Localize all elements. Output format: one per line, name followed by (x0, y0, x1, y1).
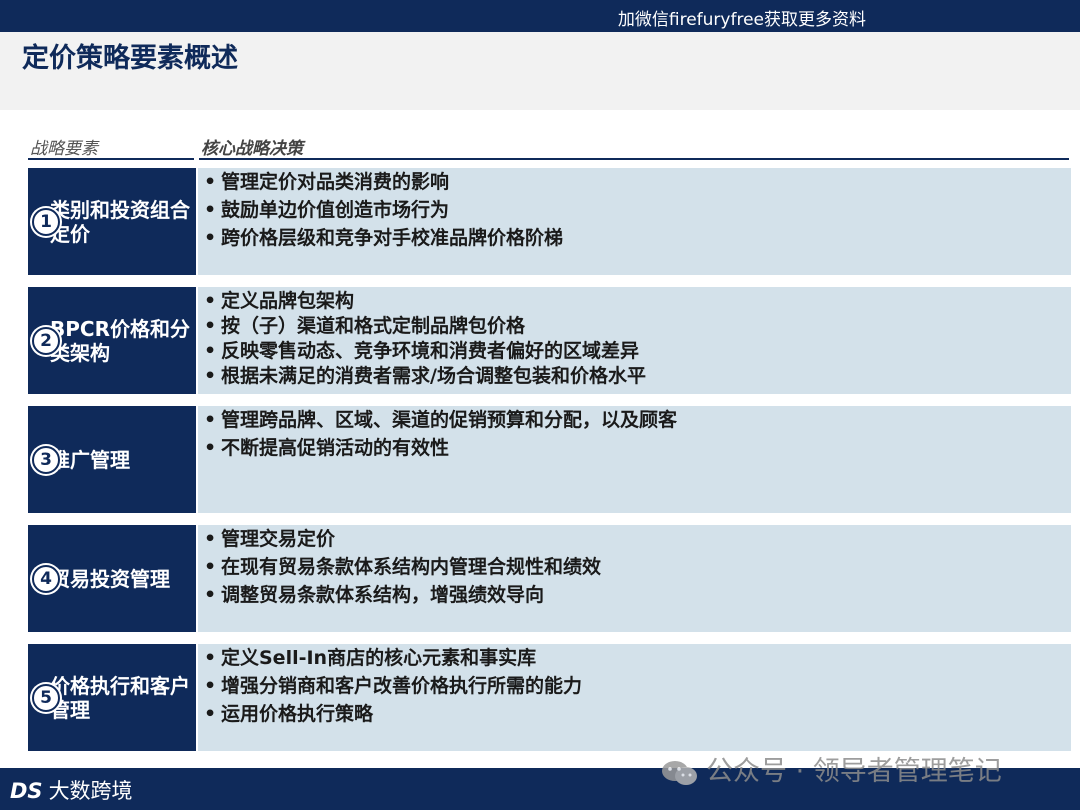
column-divider-right (199, 158, 1069, 160)
number-badge: 4 (32, 564, 60, 593)
bullet-item: 定义Sell-In商店的核心元素和事实库 (204, 646, 724, 670)
bullet-list: 管理定价对品类消费的影响 鼓励单边价值创造市场行为 跨价格层级和竞争对手校准品牌… (204, 170, 724, 254)
decisions-cell: 管理跨品牌、区域、渠道的促销预算和分配，以及顾客 不断提高促销活动的有效性 (198, 406, 1071, 513)
column-header-elements: 战略要素 (30, 139, 98, 159)
watermark-text: 公众号 · 领导者管理笔记 (706, 756, 1002, 787)
brand-logo-icon: DS (10, 779, 43, 803)
bullet-list: 定义Sell-In商店的核心元素和事实库 增强分销商和客户改善价格执行所需的能力… (204, 646, 724, 730)
bullet-item: 根据未满足的消费者需求/场合调整包装和价格水平 (204, 364, 724, 388)
bullet-item: 运用价格执行策略 (204, 702, 724, 726)
strategy-row-5: 价格执行和客户管理 5 定义Sell-In商店的核心元素和事实库 增强分销商和客… (28, 644, 1071, 751)
strategy-row-1: 类别和投资组合定价 1 管理定价对品类消费的影响 鼓励单边价值创造市场行为 跨价… (28, 168, 1071, 275)
number-badge: 2 (32, 326, 60, 355)
strategy-row-4: 贸易投资管理 4 管理交易定价 在现有贸易条款体系结构内管理合规性和绩效 调整贸… (28, 525, 1071, 632)
watermark: 公众号 · 领导者管理笔记 (660, 749, 1002, 788)
category-label: 推广管理 (50, 447, 130, 472)
page-title: 定价策略要素概述 (22, 43, 238, 74)
number-badge: 3 (32, 445, 60, 474)
bullet-item: 反映零售动态、竞争环境和消费者偏好的区域差异 (204, 339, 724, 363)
bullet-item: 按（子）渠道和格式定制品牌包价格 (204, 314, 724, 338)
decisions-cell: 管理交易定价 在现有贸易条款体系结构内管理合规性和绩效 调整贸易条款体系结构，增… (198, 525, 1071, 632)
brand: DS 大数跨境 (10, 775, 133, 805)
bullet-item: 管理定价对品类消费的影响 (204, 170, 724, 194)
decisions-cell: 定义Sell-In商店的核心元素和事实库 增强分销商和客户改善价格执行所需的能力… (198, 644, 1071, 751)
category-label: 价格执行和客户管理 (50, 673, 190, 722)
decisions-cell: 定义品牌包架构 按（子）渠道和格式定制品牌包价格 反映零售动态、竞争环境和消费者… (198, 287, 1071, 394)
number-badge: 5 (32, 683, 60, 712)
bullet-item: 增强分销商和客户改善价格执行所需的能力 (204, 674, 724, 698)
strategy-row-3: 推广管理 3 管理跨品牌、区域、渠道的促销预算和分配，以及顾客 不断提高促销活动… (28, 406, 1071, 513)
bullet-item: 鼓励单边价值创造市场行为 (204, 198, 724, 222)
column-divider-left (28, 158, 194, 160)
bullet-item: 管理跨品牌、区域、渠道的促销预算和分配，以及顾客 (204, 408, 684, 432)
wechat-icon (662, 760, 697, 785)
strategy-row-2: BPCR价格和分类架构 2 定义品牌包架构 按（子）渠道和格式定制品牌包价格 反… (28, 287, 1071, 394)
bullet-item: 不断提高促销活动的有效性 (204, 436, 684, 460)
category-label: 贸易投资管理 (50, 566, 170, 591)
bullet-item: 跨价格层级和竞争对手校准品牌价格阶梯 (204, 226, 724, 250)
bullet-item: 在现有贸易条款体系结构内管理合规性和绩效 (204, 555, 724, 579)
brand-name: 大数跨境 (48, 779, 133, 803)
promo-text: 加微信firefuryfree获取更多资料 (617, 10, 866, 30)
bullet-item: 调整贸易条款体系结构，增强绩效导向 (204, 583, 724, 607)
decisions-cell: 管理定价对品类消费的影响 鼓励单边价值创造市场行为 跨价格层级和竞争对手校准品牌… (198, 168, 1071, 275)
category-label: BPCR价格和分类架构 (50, 316, 190, 365)
bullet-list: 管理交易定价 在现有贸易条款体系结构内管理合规性和绩效 调整贸易条款体系结构，增… (204, 527, 724, 611)
column-header-decisions: 核心战略决策 (201, 139, 303, 159)
top-bar: 加微信firefuryfree获取更多资料 (0, 0, 1080, 32)
bullet-list: 管理跨品牌、区域、渠道的促销预算和分配，以及顾客 不断提高促销活动的有效性 (204, 408, 684, 464)
bullet-list: 定义品牌包架构 按（子）渠道和格式定制品牌包价格 反映零售动态、竞争环境和消费者… (204, 289, 724, 389)
number-badge: 1 (32, 207, 60, 236)
bullet-item: 管理交易定价 (204, 527, 724, 551)
category-label: 类别和投资组合定价 (50, 197, 190, 246)
bullet-item: 定义品牌包架构 (204, 289, 724, 313)
